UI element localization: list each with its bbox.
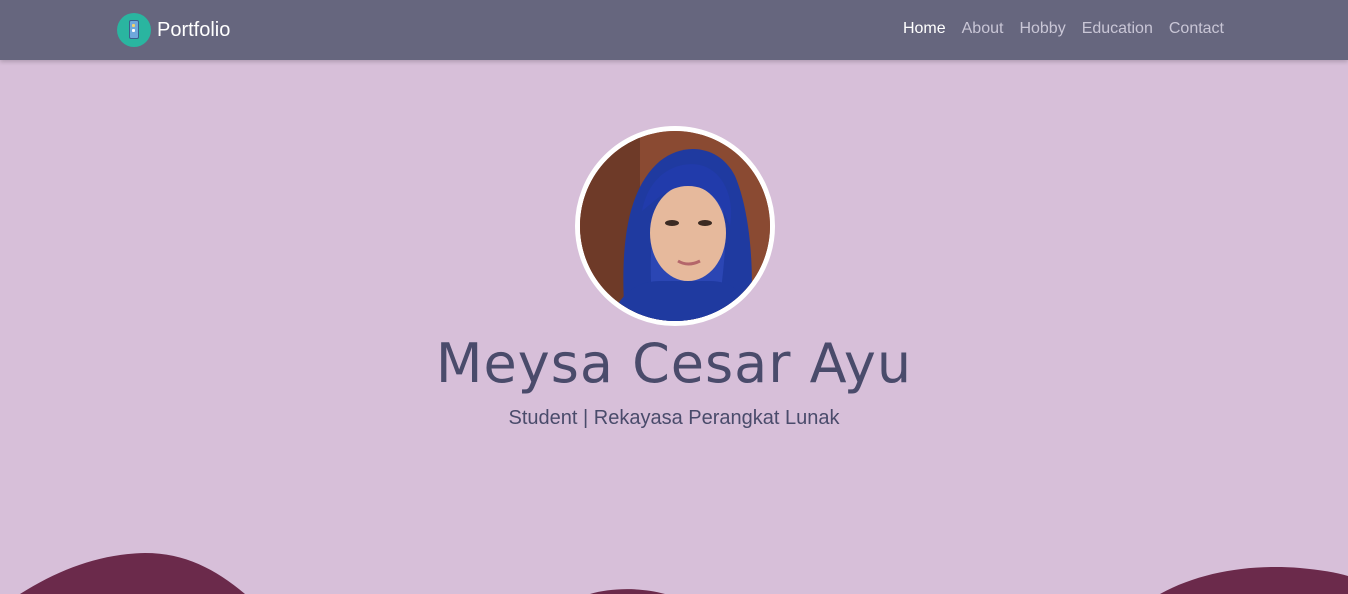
nav-menu: Home About Hobby Education Contact [903, 18, 1224, 40]
hero-subtitle: Student | Rekayasa Perangkat Lunak [508, 407, 840, 429]
nav-link-home[interactable]: Home [903, 18, 946, 40]
hero-section: Meysa Cesar Ayu Student | Rekayasa Peran… [0, 60, 1348, 594]
wave-decoration [20, 553, 1348, 594]
brand-link[interactable]: Portfolio [117, 12, 230, 48]
navbar: Portfolio Home About Hobby Education Con… [0, 0, 1348, 60]
profile-photo [575, 126, 775, 326]
hero-name: Meysa Cesar Ayu [435, 332, 913, 395]
phone-icon [117, 13, 151, 47]
nav-link-about[interactable]: About [962, 18, 1004, 40]
nav-link-contact[interactable]: Contact [1169, 18, 1224, 40]
nav-link-hobby[interactable]: Hobby [1019, 18, 1065, 40]
brand-text: Portfolio [157, 19, 231, 41]
nav-link-education[interactable]: Education [1082, 18, 1153, 40]
